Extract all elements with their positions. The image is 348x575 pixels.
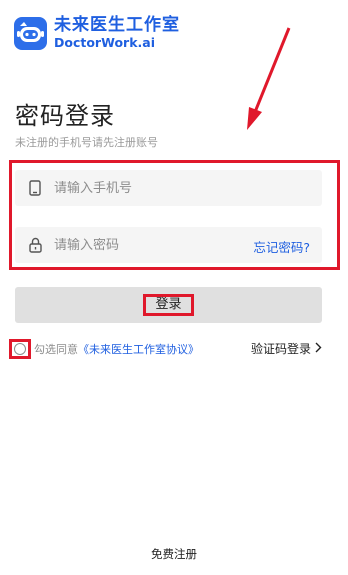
page-title: 密码登录 xyxy=(15,102,115,130)
agreement-row: 勾选同意 《未来医生工作室协议》 xyxy=(9,339,199,359)
login-page: 未来医生工作室 DoctorWork.ai 密码登录 未注册的手机号请先注册账号… xyxy=(0,0,348,575)
agreement-prefix: 勾选同意 xyxy=(34,343,78,356)
phone-icon xyxy=(27,180,43,196)
phone-input[interactable] xyxy=(54,180,224,196)
forgot-password-link[interactable]: 忘记密码? xyxy=(253,237,310,256)
password-field[interactable]: 忘记密码? xyxy=(15,227,322,263)
brand-name-cn: 未来医生工作室 xyxy=(54,15,180,36)
phone-field[interactable] xyxy=(15,170,322,206)
sms-login-link[interactable]: 验证码登录 xyxy=(251,340,322,357)
agreement-checkbox[interactable] xyxy=(14,343,26,355)
chevron-right-icon xyxy=(315,342,322,356)
sms-login-label: 验证码登录 xyxy=(250,342,311,356)
register-link[interactable]: 免费注册 xyxy=(0,546,348,562)
brand-header: 未来医生工作室 DoctorWork.ai xyxy=(14,17,180,50)
password-input[interactable] xyxy=(54,237,224,253)
annotation-box-checkbox xyxy=(9,339,31,359)
login-button[interactable]: 登录 xyxy=(15,287,322,323)
page-subtitle: 未注册的手机号请先注册账号 xyxy=(15,136,158,149)
login-button-label: 登录 xyxy=(143,294,194,316)
lock-icon xyxy=(27,237,43,253)
robot-logo-icon xyxy=(14,17,47,50)
brand-name-en: DoctorWork.ai xyxy=(54,35,155,51)
agreement-link[interactable]: 《未来医生工作室协议》 xyxy=(78,341,199,357)
